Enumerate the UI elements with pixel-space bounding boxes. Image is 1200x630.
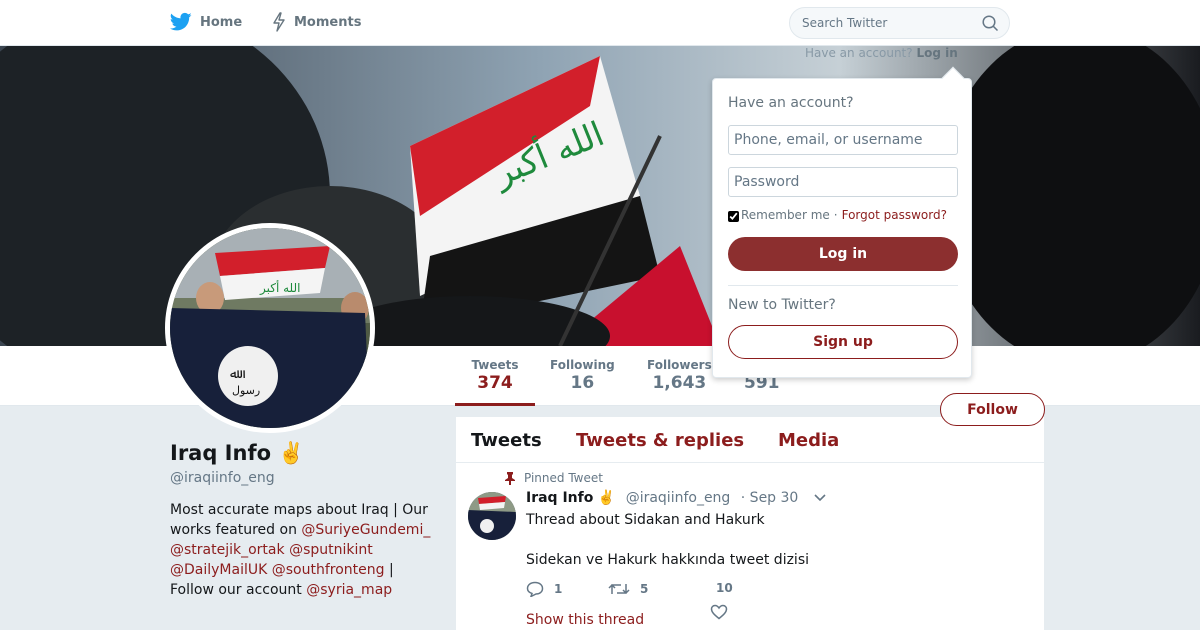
tweet-author-name[interactable]: Iraq Info bbox=[526, 490, 593, 506]
tab-tweets-replies[interactable]: Tweets & replies bbox=[576, 430, 744, 451]
nav-home-label: Home bbox=[200, 14, 243, 30]
stat-tweets[interactable]: Tweets 374 bbox=[455, 358, 535, 406]
stat-followers-value: 1,643 bbox=[652, 373, 707, 393]
search-input[interactable] bbox=[802, 8, 982, 38]
stat-following[interactable]: Following 16 bbox=[550, 358, 615, 393]
signup-button[interactable]: Sign up bbox=[728, 325, 958, 359]
bio-mention-syria-map[interactable]: @syria_map bbox=[306, 582, 392, 598]
reply-count: 1 bbox=[554, 582, 563, 596]
dropdown-title: Have an account? bbox=[728, 95, 854, 111]
pinned-label-text: Pinned Tweet bbox=[524, 471, 603, 485]
tweet-author-handle[interactable]: @iraqiinfo_eng bbox=[626, 490, 731, 506]
remember-label[interactable]: Remember me bbox=[741, 208, 830, 222]
stat-followers-label: Followers bbox=[647, 358, 712, 372]
login-button[interactable]: Log in bbox=[728, 237, 958, 271]
tweet-text-line-1: Thread about Sidakan and Hakurk bbox=[526, 512, 765, 528]
stat-tweets-label: Tweets bbox=[471, 358, 519, 372]
search-icon[interactable] bbox=[982, 15, 999, 32]
reply-icon bbox=[526, 581, 544, 597]
nav-home[interactable]: Home bbox=[170, 12, 242, 32]
tweet-text: Thread about Sidakan and Hakurk Sidekan … bbox=[526, 510, 1006, 570]
login-hint-text: Have an account? bbox=[805, 46, 913, 60]
tab-tweets[interactable]: Tweets bbox=[471, 430, 542, 451]
bio-mention-southfronteng[interactable]: @southfronteng bbox=[272, 562, 385, 578]
bio-mention-sputnikint[interactable]: @sputnikint bbox=[289, 542, 373, 558]
like-count: 10 bbox=[716, 581, 733, 595]
victory-hand-emoji: ✌️ bbox=[278, 441, 305, 465]
tab-media[interactable]: Media bbox=[778, 430, 839, 451]
chevron-down-icon[interactable] bbox=[813, 493, 827, 503]
stat-tweets-value: 374 bbox=[477, 373, 513, 393]
retweet-icon bbox=[608, 583, 630, 595]
show-thread-link[interactable]: Show this thread bbox=[526, 612, 644, 628]
like-count-wrap: 10 bbox=[716, 581, 733, 595]
retweet-button[interactable]: 5 bbox=[608, 581, 648, 597]
tweet-text-line-2: Sidekan ve Hakurk hakkında tweet dizisi bbox=[526, 552, 810, 568]
new-to-twitter-label: New to Twitter? bbox=[728, 297, 836, 313]
password-field[interactable] bbox=[728, 167, 958, 197]
login-hint-link[interactable]: Log in bbox=[916, 46, 957, 60]
pin-icon bbox=[505, 472, 515, 485]
lightning-icon bbox=[273, 12, 285, 32]
login-hint: Have an account? Log in bbox=[805, 46, 958, 60]
remember-row: Remember me · Forgot password? bbox=[728, 208, 947, 222]
avatar-image: الله أكبر ﷲ رسول bbox=[170, 228, 370, 428]
top-navigation: Home Moments bbox=[0, 0, 1200, 46]
follow-button[interactable]: Follow bbox=[940, 393, 1045, 426]
svg-text:رسول: رسول bbox=[232, 384, 260, 397]
stat-followers[interactable]: Followers 1,643 bbox=[647, 358, 712, 393]
twitter-bird-icon bbox=[170, 12, 192, 31]
reply-button[interactable]: 1 bbox=[526, 581, 562, 597]
forgot-password-link[interactable]: Forgot password? bbox=[842, 208, 947, 222]
tweet-avatar-image bbox=[468, 492, 516, 540]
profile-avatar[interactable]: الله أكبر ﷲ رسول bbox=[165, 223, 375, 433]
remember-checkbox[interactable] bbox=[728, 211, 739, 222]
tweet-date[interactable]: · Sep 30 bbox=[741, 490, 799, 506]
heart-icon[interactable] bbox=[710, 604, 728, 620]
profile-name: Iraq Info ✌️ bbox=[170, 441, 304, 466]
search-box bbox=[789, 7, 1010, 39]
remember-separator: · bbox=[833, 208, 838, 222]
nav-moments[interactable]: Moments bbox=[272, 12, 361, 32]
stat-following-value: 16 bbox=[570, 373, 595, 393]
retweet-count: 5 bbox=[640, 582, 649, 596]
tweet-header: Iraq Info ✌️ @iraqiinfo_eng · Sep 30 bbox=[526, 490, 798, 506]
timeline: Tweets Tweets & replies Media Pinned Twe… bbox=[456, 417, 1044, 630]
tweet-author-emoji: ✌️ bbox=[597, 490, 616, 506]
tweet-avatar[interactable] bbox=[468, 492, 516, 540]
svg-text:الله أكبر: الله أكبر bbox=[259, 280, 301, 296]
profile-handle: @iraqiinfo_eng bbox=[170, 470, 275, 486]
nav-moments-label: Moments bbox=[294, 14, 362, 30]
stat-following-label: Following bbox=[550, 358, 615, 372]
login-dropdown: Have an account? Remember me · Forgot pa… bbox=[712, 66, 972, 378]
tweet-text-spacer bbox=[526, 530, 1006, 550]
profile-bio: Most accurate maps about Iraq | Our work… bbox=[170, 500, 440, 600]
bio-mention-dailymailuk[interactable]: @DailyMailUK bbox=[170, 562, 267, 578]
dropdown-divider bbox=[728, 285, 958, 286]
pinned-label: Pinned Tweet bbox=[504, 471, 603, 485]
bio-mention-stratejik[interactable]: @stratejik_ortak bbox=[170, 542, 285, 558]
profile-name-text: Iraq Info bbox=[170, 441, 272, 465]
bio-mention-suriyegundemi[interactable]: @SuriyeGundemi_ bbox=[301, 522, 430, 538]
username-field[interactable] bbox=[728, 125, 958, 155]
